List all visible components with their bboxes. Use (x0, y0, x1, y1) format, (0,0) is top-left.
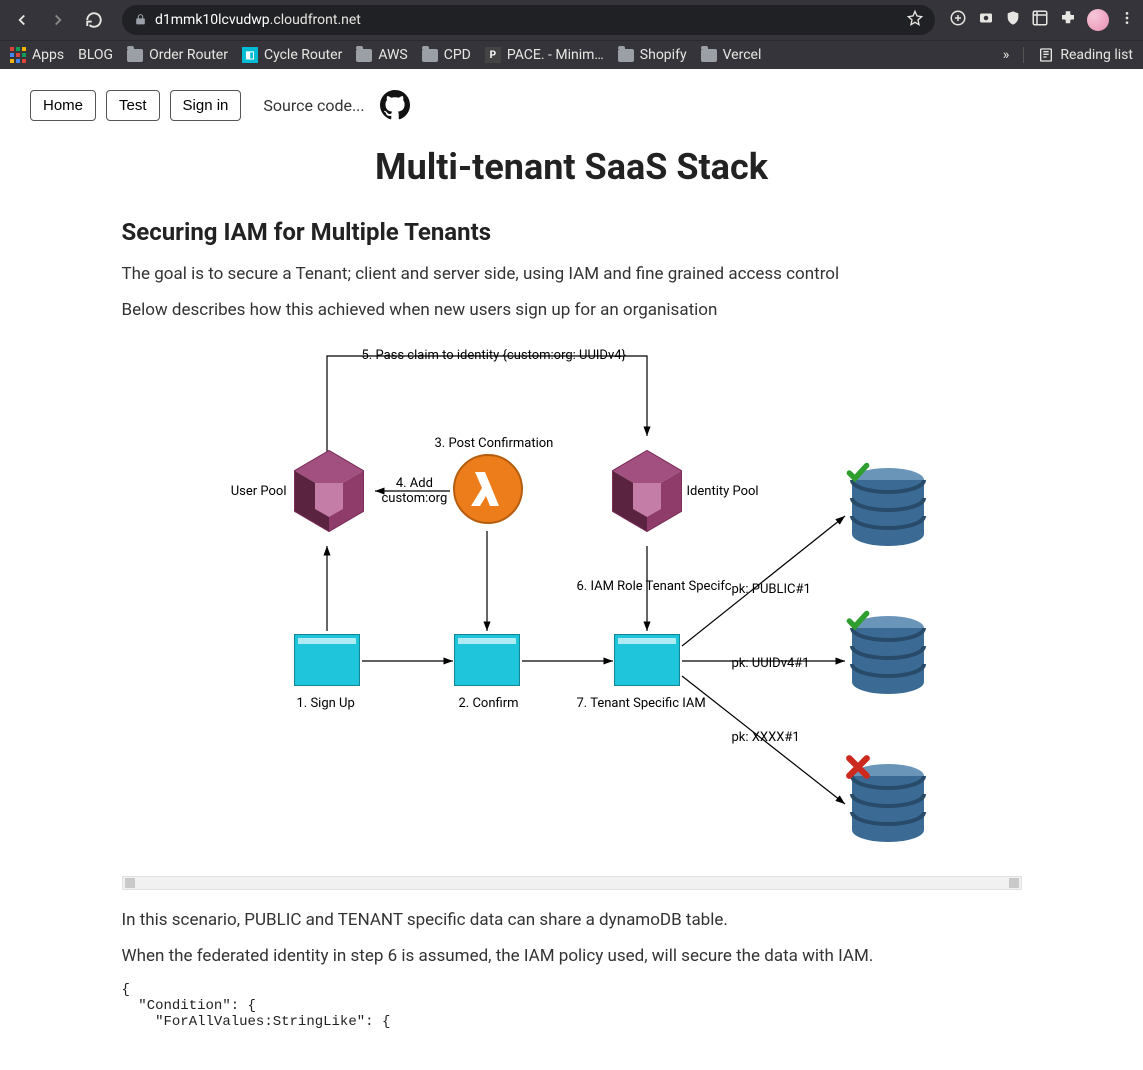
step-5-label: 5. Pass claim to identity {custom:org: U… (362, 348, 626, 363)
cognito-user-pool-icon (287, 441, 372, 541)
check-icon (845, 608, 871, 634)
bookmark-apps[interactable]: Apps (10, 47, 64, 63)
bookmark-cpd[interactable]: CPD (422, 47, 471, 63)
step-3-label: 3. Post Confirmation (435, 436, 554, 451)
star-icon[interactable] (907, 10, 923, 30)
home-button[interactable]: Home (30, 90, 96, 121)
browser-toolbar: d1mmk10lcvudwp.cloudfront.net (0, 0, 1143, 40)
site-icon: ◧ (242, 47, 258, 63)
step-4-label: 4. Add custom:org (382, 476, 448, 506)
lambda-icon (453, 454, 523, 524)
github-link[interactable] (379, 89, 411, 121)
site-icon: P (485, 47, 501, 63)
confirm-box (454, 634, 520, 686)
ext-icon-1[interactable] (949, 9, 967, 31)
test-button[interactable]: Test (106, 90, 160, 121)
paragraph-3: In this scenario, PUBLIC and TENANT spec… (122, 910, 1022, 930)
user-pool-label: User Pool (217, 484, 287, 499)
folder-icon (422, 49, 438, 62)
back-button[interactable] (8, 6, 36, 34)
reload-button[interactable] (80, 6, 108, 34)
bookmarks-bar: Apps BLOG Order Router ◧Cycle Router AWS… (0, 40, 1143, 69)
page-body: Home Test Sign in Source code... Multi-t… (0, 69, 1143, 1070)
forward-button[interactable] (44, 6, 72, 34)
ext-icon-2[interactable] (977, 9, 995, 31)
page-title: Multi-tenant SaaS Stack (122, 146, 1022, 188)
apps-icon (10, 47, 26, 63)
folder-icon (618, 49, 634, 62)
pk-xxxx-label: pk: XXXX#1 (732, 730, 800, 745)
reading-list-icon (1038, 47, 1054, 63)
folder-icon (127, 49, 143, 62)
extensions-icon[interactable] (1059, 9, 1077, 31)
confirm-label: 2. Confirm (459, 696, 519, 711)
bookmark-order-router[interactable]: Order Router (127, 47, 228, 63)
paragraph-4: When the federated identity in step 6 is… (122, 946, 1022, 966)
profile-avatar[interactable] (1087, 9, 1109, 31)
tenant-iam-box (614, 634, 680, 686)
ext-icon-3[interactable] (1005, 9, 1021, 31)
signup-box (294, 634, 360, 686)
url-text: d1mmk10lcvudwp.cloudfront.net (155, 12, 899, 28)
toolbar-extensions (949, 9, 1135, 31)
signup-label: 1. Sign Up (297, 696, 355, 711)
cross-icon (843, 752, 873, 782)
intro-paragraph-1: The goal is to secure a Tenant; client a… (122, 264, 1022, 284)
bookmark-vercel[interactable]: Vercel (701, 47, 762, 63)
folder-icon (356, 49, 372, 62)
cognito-identity-pool-icon (605, 441, 690, 541)
section-heading: Securing IAM for Multiple Tenants (122, 218, 1022, 246)
page-nav: Home Test Sign in Source code... (30, 89, 1113, 121)
bookmark-pace[interactable]: PPACE. - Minim… (485, 47, 604, 63)
pk-public-label: pk: PUBLIC#1 (732, 582, 811, 597)
bookmark-blog[interactable]: BLOG (78, 47, 113, 63)
reading-list[interactable]: Reading list (1023, 47, 1133, 63)
step-7-label: 7. Tenant Specific IAM (577, 696, 706, 711)
source-code-label: Source code... (263, 96, 364, 115)
pk-uuid-label: pk: UUIDv4#1 (732, 656, 810, 671)
identity-pool-label: Identity Pool (687, 484, 759, 499)
architecture-diagram: 5. Pass claim to identity {custom:org: U… (157, 336, 987, 866)
bookmark-aws[interactable]: AWS (356, 47, 407, 63)
url-bar[interactable]: d1mmk10lcvudwp.cloudfront.net (122, 5, 935, 35)
folder-icon (701, 49, 717, 62)
step-6-label: 6. IAM Role Tenant Specifc (577, 579, 732, 594)
check-icon (845, 460, 871, 486)
horizontal-scrollbar[interactable] (122, 876, 1022, 890)
code-block: { "Condition": { "ForAllValues:StringLik… (122, 982, 1022, 1030)
bookmark-cycle-router[interactable]: ◧Cycle Router (242, 47, 342, 63)
browser-chrome: d1mmk10lcvudwp.cloudfront.net Apps BLOG … (0, 0, 1143, 69)
signin-button[interactable]: Sign in (170, 90, 242, 121)
bookmark-shopify[interactable]: Shopify (618, 47, 687, 63)
lock-icon (134, 11, 147, 30)
github-icon (380, 90, 410, 120)
bookmarks-overflow[interactable]: » (1003, 47, 1010, 63)
ext-icon-4[interactable] (1031, 9, 1049, 31)
intro-paragraph-2: Below describes how this achieved when n… (122, 300, 1022, 320)
menu-icon[interactable] (1119, 10, 1135, 30)
